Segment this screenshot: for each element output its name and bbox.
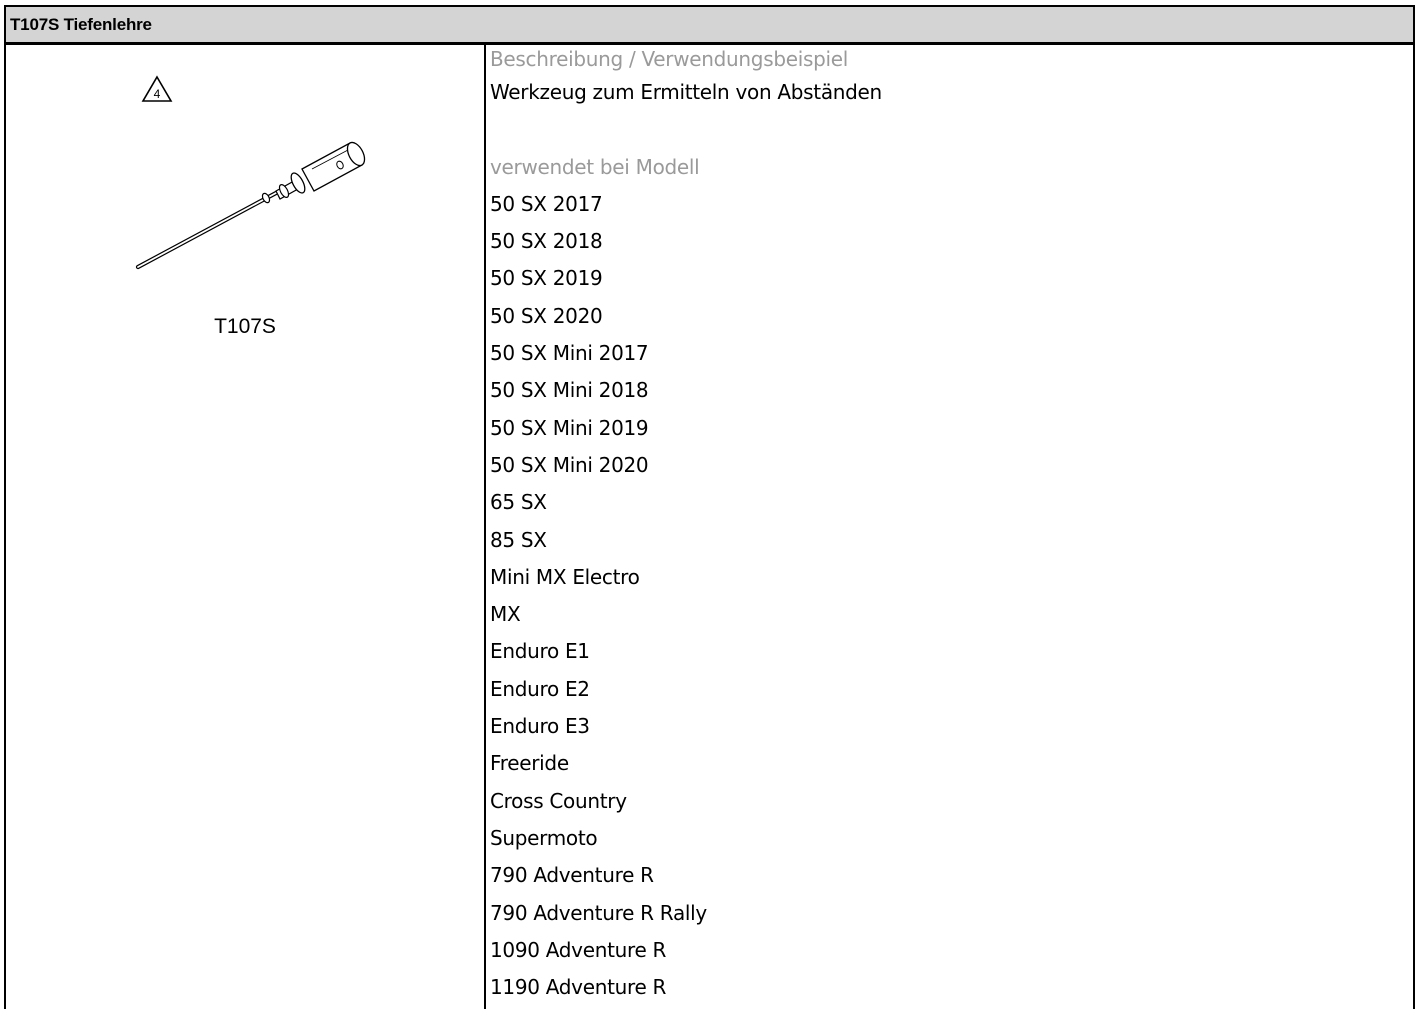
list-item: Cross Country (490, 788, 627, 813)
list-item: Enduro E2 (490, 676, 590, 701)
list-item: Freeride (490, 751, 569, 776)
header-bar: T107S Tiefenlehre (6, 5, 1413, 45)
list-item: 1090 Adventure R (490, 937, 667, 962)
list-item: 50 SX 2017 (490, 191, 603, 216)
tool-label: T107S (214, 315, 276, 338)
column-divider (484, 45, 486, 1009)
list-item: 790 Adventure R Rally (490, 900, 707, 925)
depth-gauge-tool-drawing (135, 141, 366, 270)
list-item: 1190 Adventure R (490, 975, 667, 1000)
list-item: 50 SX Mini 2020 (490, 452, 649, 477)
tool-details: Beschreibung / Verwendungsbeispiel Werkz… (490, 45, 1390, 1006)
list-item: 50 SX 2018 (490, 229, 603, 254)
list-item: 85 SX (490, 527, 547, 552)
list-item: Enduro E3 (490, 714, 590, 739)
list-item: 50 SX Mini 2018 (490, 378, 649, 403)
list-item: Enduro E1 (490, 639, 590, 664)
description-heading: Beschreibung / Verwendungsbeispiel (490, 47, 849, 71)
list-item: 65 SX (490, 490, 547, 515)
list-item: 50 SX 2019 (490, 266, 603, 291)
tool-image-cell: 4 T107S (6, 45, 484, 1009)
models-list: 50 SX 2017 50 SX 2018 50 SX 2019 50 SX 2… (490, 186, 1390, 1007)
list-item: Supermoto (490, 825, 598, 850)
list-item: 50 SX 2020 (490, 303, 603, 328)
list-item: Mini MX Electro (490, 564, 640, 589)
warning-number: 4 (154, 87, 161, 101)
warning-triangle-4-icon: 4 (141, 75, 173, 102)
list-item: 50 SX Mini 2019 (490, 415, 649, 440)
models-heading: verwendet bei Modell (490, 154, 700, 179)
page-title: T107S Tiefenlehre (10, 15, 152, 34)
list-item: MX (490, 602, 521, 627)
list-item: 50 SX Mini 2017 (490, 341, 649, 366)
list-item: 790 Adventure R (490, 863, 654, 888)
description-text: Werkzeug zum Ermitteln von Abständen (490, 80, 882, 104)
